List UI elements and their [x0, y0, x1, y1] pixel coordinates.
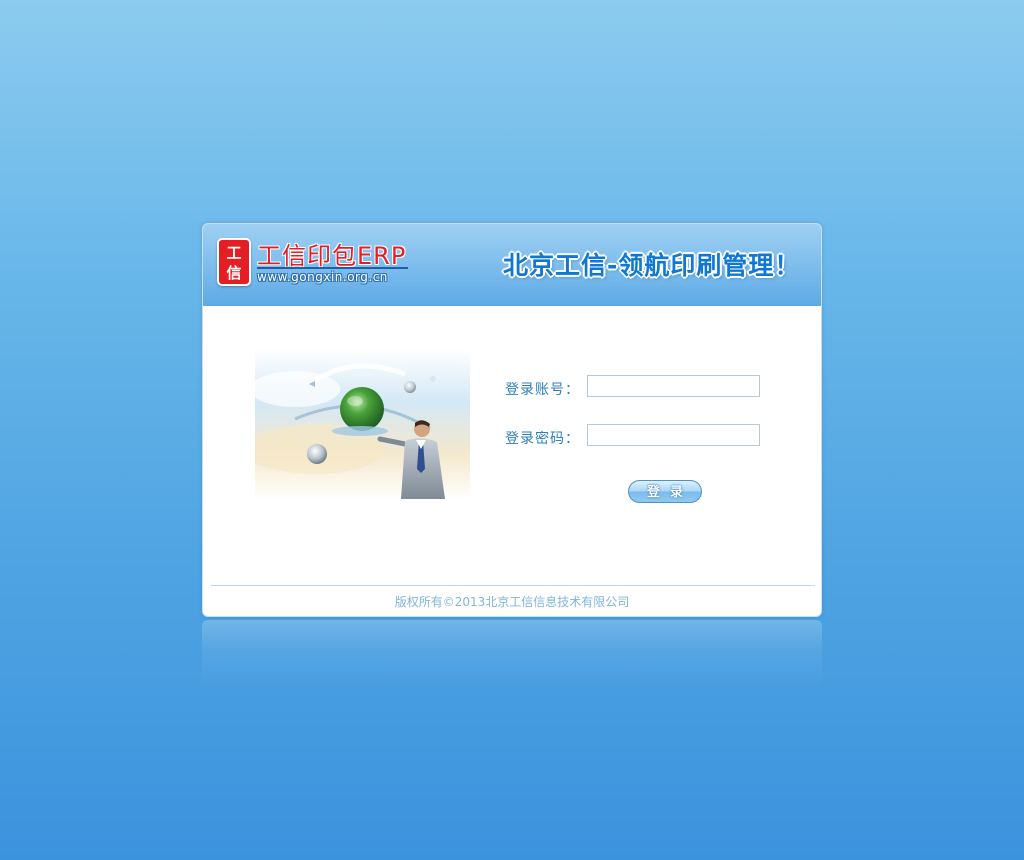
panel-reflection [202, 620, 822, 690]
logo-char-2: 信 [226, 264, 242, 282]
login-button[interactable]: 登录 [628, 480, 702, 503]
account-input[interactable] [587, 375, 760, 397]
login-panel: 工 信 工信印包ERP www.gongxin.org.cn 北京工信-领航印刷… [202, 223, 822, 617]
footer-divider [211, 585, 815, 586]
account-label: 登录账号： [505, 382, 580, 398]
slogan: 北京工信-领航印刷管理！ [503, 251, 801, 280]
copyright-text: 版权所有©2013北京工信信息技术有限公司 [394, 595, 630, 609]
logo-divider [257, 267, 408, 269]
logo-url: www.gongxin.org.cn [257, 270, 388, 284]
login-header: 工 信 工信印包ERP www.gongxin.org.cn 北京工信-领航印刷… [203, 224, 821, 306]
businessman-globe-illustration [255, 349, 470, 499]
logo-title: 工信印包ERP [257, 242, 407, 270]
password-label: 登录密码： [505, 431, 580, 447]
password-input[interactable] [587, 424, 760, 446]
logo-char-1: 工 [226, 244, 242, 262]
logo-icon: 工 信 [217, 238, 251, 286]
